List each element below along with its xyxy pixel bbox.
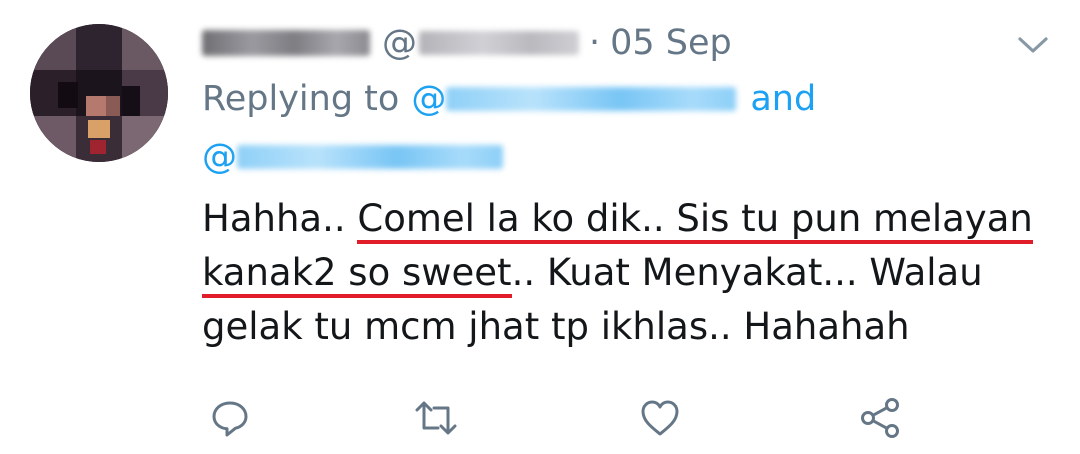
reply-mention-1[interactable] [446,87,737,111]
tweet-text-line-3: gelak tu mcm jhat tp ikhlas.. Hahahah [202,305,910,348]
replying-to-line-2: @ [202,134,517,180]
tweet-header: @ · 05 Sep [202,20,732,66]
reply-mention-1-prefix: @ [411,79,447,119]
handle-prefix: @ [382,23,417,63]
reply-mention-2[interactable] [237,145,503,169]
underlined-text-1: Comel la ko dik.. Sis tu pun melayan [357,197,1033,244]
tweet-text-plain-1: Hahha.. [202,197,358,240]
tweet-text: Hahha.. Comel la ko dik.. Sis tu pun mel… [202,192,1052,354]
replying-to-label: Replying to [202,79,400,119]
action-bar [0,396,1080,446]
replying-to: Replying to @ and [202,76,816,122]
tweet-text-line-1: Hahha.. Comel la ko dik.. Sis tu pun mel… [202,192,1052,246]
author-handle[interactable] [419,31,579,55]
chevron-down-icon[interactable] [1014,30,1052,58]
tweet-text-line-2: kanak2 so sweet.. Kuat Menyakat... Walau [202,246,1052,300]
reply-conjunction: and [750,79,817,119]
share-icon[interactable] [858,396,902,440]
reply-mention-2-prefix: @ [202,137,237,177]
reply-icon[interactable] [208,396,252,440]
author-name[interactable] [202,30,370,56]
underlined-text-2: kanak2 so sweet [202,251,512,298]
retweet-icon[interactable] [414,396,458,440]
tweet-text-plain-2: .. Kuat Menyakat... Walau [511,251,983,294]
header-separator: · [589,23,601,63]
avatar[interactable] [30,24,168,162]
tweet-date[interactable]: 05 Sep [610,23,732,63]
heart-icon[interactable] [638,396,682,440]
